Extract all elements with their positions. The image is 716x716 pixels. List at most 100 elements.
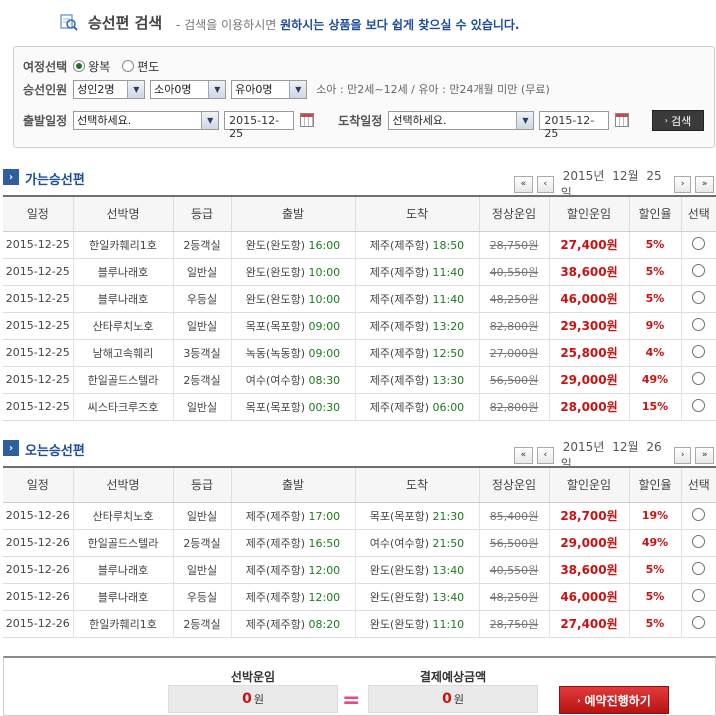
table-row: 2015-12-25 블루나래호 우등실 완도(완도항) 10:00 제주(제주항) 1… bbox=[3, 285, 716, 313]
discount-fare-cell: 29,300원 bbox=[548, 312, 629, 340]
search-panel: 여정선택 왕복 편도 승선인원 성인2명 ▼ 소아0명 ▼ 유아0명 ▼ 소아 : 만… bbox=[13, 46, 715, 148]
select-radio[interactable] bbox=[692, 398, 706, 412]
table-row: 2015-12-26 한일카훼리1호 2등객실 제주(제주항) 08:20 완도(완도항… bbox=[3, 610, 716, 638]
ship-cell: 블루나래호 bbox=[72, 556, 173, 584]
oneway-radio[interactable] bbox=[122, 60, 135, 72]
departure-cell: 완도(완도항) 10:00 bbox=[230, 258, 355, 286]
select-radio[interactable] bbox=[692, 615, 706, 629]
ship-cell: 산타루치노호 bbox=[72, 312, 173, 340]
total-label: 결제예상금액 bbox=[419, 670, 487, 684]
discount-fare-cell: 29,000원 bbox=[548, 529, 629, 557]
select-cell bbox=[680, 285, 716, 313]
reserve-button[interactable]: › 예약진행하기 bbox=[559, 686, 669, 714]
next-week-button[interactable]: » bbox=[695, 175, 714, 193]
fare-label: 선박운임 bbox=[230, 670, 276, 684]
prev-week-button[interactable]: « bbox=[514, 175, 533, 193]
select-radio[interactable] bbox=[692, 317, 706, 331]
date-cell: 2015-12-25 bbox=[3, 366, 73, 394]
arrival-cell: 제주(제주항) 06:00 bbox=[354, 393, 479, 421]
regular-fare-cell: 40,550원 bbox=[478, 258, 549, 286]
chevron-down-icon: ▼ bbox=[201, 111, 219, 129]
payment-summary: 선박운임 0원 = 결제예상금액 0원 › 예약진행하기 bbox=[3, 656, 716, 716]
adult-select[interactable]: 성인2명 ▼ bbox=[73, 79, 146, 99]
departure-cell: 제주(제주항) 08:20 bbox=[230, 610, 355, 638]
select-radio[interactable] bbox=[692, 290, 706, 304]
regular-fare-cell: 48,250원 bbox=[478, 285, 549, 313]
arrive-date-input[interactable]: 2015-12-25 bbox=[539, 110, 610, 140]
table-row: 2015-12-25 남해고속훼리 3등객실 녹동(녹동항) 09:00 제주(제주항)… bbox=[3, 339, 716, 367]
column-header: 할인운임 bbox=[548, 195, 629, 232]
table-row: 2015-12-25 블루나래호 일반실 완도(완도항) 10:00 제주(제주항) 1… bbox=[3, 258, 716, 286]
discount-fare-cell: 46,000원 bbox=[548, 583, 629, 611]
depart-date-input[interactable]: 2015-12-25 bbox=[224, 110, 295, 140]
grade-cell: 2등객실 bbox=[172, 529, 231, 557]
departure-cell: 제주(제주항) 12:00 bbox=[230, 583, 355, 611]
arrival-cell: 완도(완도항) 13:40 bbox=[354, 583, 479, 611]
discount-fare-cell: 29,000원 bbox=[548, 366, 629, 394]
arrival-cell: 제주(제주항) 18:50 bbox=[354, 231, 479, 259]
grade-cell: 일반실 bbox=[172, 393, 231, 421]
infant-select[interactable]: 유아0명 ▼ bbox=[231, 79, 308, 99]
date-cell: 2015-12-25 bbox=[3, 393, 73, 421]
roundtrip-radio[interactable] bbox=[73, 60, 86, 72]
departure-cell: 목포(목포항) 09:00 bbox=[230, 312, 355, 340]
grade-cell: 우등실 bbox=[172, 583, 231, 611]
ship-cell: 한일골드스텔라 bbox=[72, 529, 173, 557]
table-row: 2015-12-26 블루나래호 우등실 제주(제주항) 12:00 완도(완도항) 1… bbox=[3, 583, 716, 611]
select-radio[interactable] bbox=[692, 263, 706, 277]
select-radio[interactable] bbox=[692, 561, 706, 575]
arrival-cell: 목포(목포항) 21:30 bbox=[354, 502, 479, 530]
discount-fare-cell: 28,000원 bbox=[548, 393, 629, 421]
calendar-icon[interactable] bbox=[615, 113, 630, 127]
child-select[interactable]: 소아0명 ▼ bbox=[150, 79, 227, 99]
outbound-section-header: › 가는승선편 « ‹ 2015년 12월 25일 › » bbox=[3, 166, 716, 200]
grade-cell: 2등객실 bbox=[172, 366, 231, 394]
regular-fare-cell: 28,750원 bbox=[478, 610, 549, 638]
trip-row: 여정선택 왕복 편도 bbox=[23, 56, 171, 76]
arrive-select[interactable]: 선택하세요. ▼ bbox=[388, 110, 535, 130]
select-radio[interactable] bbox=[692, 344, 706, 358]
next-week-button[interactable]: » bbox=[695, 446, 714, 464]
regular-fare-cell: 56,500원 bbox=[478, 529, 549, 557]
arrival-cell: 제주(제주항) 12:50 bbox=[354, 339, 479, 367]
select-radio[interactable] bbox=[692, 371, 706, 385]
search-button[interactable]: › 검색 bbox=[652, 110, 704, 131]
date-cell: 2015-12-25 bbox=[3, 231, 73, 259]
calendar-icon[interactable] bbox=[300, 113, 315, 127]
column-header: 정상운임 bbox=[478, 466, 549, 503]
prev-day-button[interactable]: ‹ bbox=[536, 175, 554, 193]
table-header-row: 일정 선박명 등급 출발 도착 정상운임 할인운임 할인율 선택 bbox=[3, 195, 716, 232]
regular-fare-cell: 27,000원 bbox=[478, 339, 549, 367]
discount-rate-cell: 5% bbox=[628, 583, 681, 611]
chevron-down-icon: ▼ bbox=[208, 80, 226, 98]
column-header: 등급 bbox=[172, 466, 231, 503]
table-row: 2015-12-26 한일골드스텔라 2등객실 제주(제주항) 16:50 여수(여수항… bbox=[3, 529, 716, 557]
select-radio[interactable] bbox=[692, 534, 706, 548]
prev-week-button[interactable]: « bbox=[514, 446, 533, 464]
column-header: 정상운임 bbox=[478, 195, 549, 232]
outbound-table: 일정 선박명 등급 출발 도착 정상운임 할인운임 할인율 선택 2015-12-25 한일카훼리… bbox=[3, 195, 716, 421]
arrival-cell: 제주(제주항) 13:20 bbox=[354, 312, 479, 340]
ship-cell: 블루나래호 bbox=[72, 583, 173, 611]
ship-cell: 블루나래호 bbox=[72, 258, 173, 286]
grade-cell: 일반실 bbox=[172, 502, 231, 530]
select-radio[interactable] bbox=[692, 507, 706, 521]
passenger-label: 승선인원 bbox=[23, 82, 68, 97]
next-day-button[interactable]: › bbox=[674, 175, 692, 193]
select-radio[interactable] bbox=[692, 588, 706, 602]
prev-day-button[interactable]: ‹ bbox=[536, 446, 554, 464]
select-cell bbox=[680, 231, 716, 259]
departure-cell: 완도(완도항) 16:00 bbox=[230, 231, 355, 259]
departure-cell: 제주(제주항) 17:00 bbox=[230, 502, 355, 530]
regular-fare-cell: 82,800원 bbox=[478, 312, 549, 340]
depart-select[interactable]: 선택하세요. ▼ bbox=[73, 110, 220, 130]
discount-fare-cell: 27,400원 bbox=[548, 231, 629, 259]
select-radio[interactable] bbox=[692, 236, 706, 250]
column-header: 할인율 bbox=[628, 466, 681, 503]
table-row: 2015-12-25 한일카훼리1호 2등객실 완도(완도항) 16:00 제주(제주항… bbox=[3, 231, 716, 259]
select-cell bbox=[680, 556, 716, 584]
next-day-button[interactable]: › bbox=[674, 446, 692, 464]
column-header: 도착 bbox=[354, 466, 479, 503]
ship-cell: 블루나래호 bbox=[72, 285, 173, 313]
grade-cell: 일반실 bbox=[172, 258, 231, 286]
